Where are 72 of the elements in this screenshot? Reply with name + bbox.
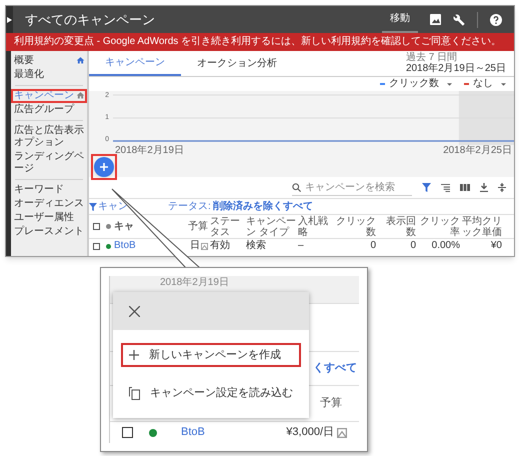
search-icon (292, 182, 301, 192)
column-header[interactable]: 予算 (320, 395, 342, 412)
filter-value: くすべて (313, 361, 357, 376)
caret-down-icon (501, 82, 506, 86)
axis-label: 2018年2月25日 (443, 145, 512, 157)
page-title: すべてのキャンペーン (25, 10, 156, 29)
metric-dropdown[interactable]: クリック数 (380, 78, 452, 90)
sidebar-item[interactable]: プレースメント (11, 225, 87, 239)
filter-text: テータス: (168, 200, 211, 212)
plus-icon (129, 350, 139, 360)
checkbox[interactable] (122, 427, 133, 438)
plus-icon (100, 163, 108, 171)
column-header[interactable]: キャンペーン タイプ (245, 216, 297, 238)
date-range-label: 過去 7 日間 (406, 52, 458, 63)
column-header[interactable]: キャ (113, 221, 139, 232)
caret-down-icon (447, 82, 452, 86)
column-header[interactable]: クリック数 (333, 216, 377, 238)
filter-icon[interactable] (422, 183, 431, 192)
table-cell: 日 (190, 240, 200, 252)
download-icon[interactable] (480, 183, 488, 192)
column-header[interactable]: クリック率 (417, 216, 461, 238)
wrench-icon[interactable] (453, 14, 465, 26)
sidebar-item[interactable]: キーワード (11, 183, 87, 197)
tab[interactable]: キャンペーン (89, 51, 181, 76)
column-header[interactable]: ステータス (209, 216, 245, 238)
columns-icon[interactable] (460, 184, 470, 191)
table-cell: 有効 (210, 240, 230, 252)
table-cell: 検索 (246, 240, 266, 252)
date-label: 2018年2月19日 (160, 276, 229, 290)
copy-icon (129, 386, 140, 400)
table-cell-text: ¥3,000/日 (286, 425, 334, 440)
sidebar-item[interactable]: 最適化 (11, 68, 87, 82)
column-header[interactable]: 予算 (139, 221, 209, 232)
table-cell: 0 (410, 240, 416, 252)
sidebar-item[interactable]: オーディエンス (11, 197, 87, 211)
sidebar-item[interactable]: 概要 (11, 54, 87, 68)
table-cell: ¥0 (490, 240, 502, 252)
segment-icon[interactable] (441, 184, 450, 192)
tab[interactable]: オークション分析 (181, 51, 293, 76)
column-header[interactable]: 入札戦略 (297, 216, 333, 238)
image-icon[interactable] (430, 14, 441, 25)
chart-icon (337, 428, 347, 438)
caret-icon[interactable] (7, 16, 12, 22)
chart-icon (201, 242, 208, 250)
date-range-selector[interactable]: 過去 7 日間 2018年2月19日～25日 (406, 51, 514, 76)
filter-icon[interactable] (89, 202, 97, 210)
help-icon[interactable] (490, 14, 502, 26)
table-cell: 0.00% (432, 240, 460, 252)
filter-value: 削除済みを除くすべて (212, 200, 313, 212)
menu-item[interactable]: キャンペーン設定を読み込む (121, 381, 301, 405)
sidebar-item[interactable]: 広告グループ (11, 103, 87, 117)
checkbox[interactable] (92, 242, 100, 250)
sidebar-item[interactable]: ランディングページ (11, 150, 87, 176)
search-field[interactable]: キャンペーンを検索 (292, 180, 412, 196)
expand-icon[interactable] (498, 183, 506, 192)
column-header[interactable]: 表示回数 (377, 216, 417, 238)
campaign-link[interactable]: BtoB (181, 424, 205, 441)
column-header[interactable]: 平均クリック単価 (461, 216, 503, 238)
notice-banner: 利用規約の変更点 - Google AdWords を引き続き利用するには、新しい利用規約を確認してご同意ください。 (6, 33, 514, 51)
table-cell: – (298, 240, 304, 252)
filter-text: キャン (98, 200, 128, 212)
date-range-value: 2018年2月19日～25日 (406, 63, 506, 75)
sidebar-item[interactable]: 広告と広告表示オプション (11, 124, 87, 150)
metric-dropdown[interactable]: なし (464, 78, 506, 90)
table-cell: 0 (370, 240, 376, 252)
sidebar-item[interactable]: キャンペーン (11, 89, 87, 103)
checkbox[interactable] (92, 223, 100, 230)
close-icon[interactable] (129, 306, 140, 316)
sidebar-item[interactable]: ユーザー属性 (11, 211, 87, 225)
axis-label: 2018年2月19日 (115, 145, 184, 157)
menu-item[interactable]: 新しいキャンペーンを作成 (121, 343, 301, 367)
campaign-link[interactable]: BtoB (114, 240, 136, 252)
